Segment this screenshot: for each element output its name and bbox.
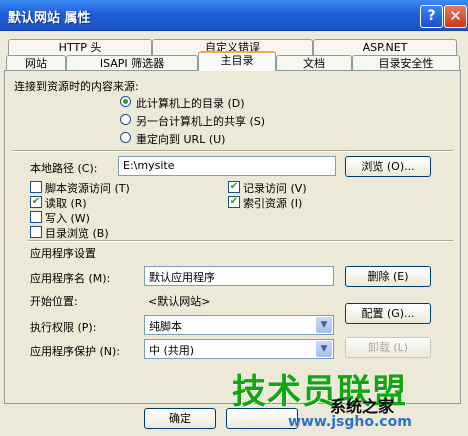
- app-settings-heading: 应用程序设置: [30, 247, 96, 260]
- radio-local-directory-label[interactable]: 此计算机上的目录 (D): [136, 95, 245, 111]
- checkbox-directory-browse[interactable]: [30, 226, 42, 238]
- content-source-label: 连接到资源时的内容来源:: [14, 80, 139, 93]
- app-name-input[interactable]: 默认应用程序: [144, 266, 334, 286]
- tab-directory-security[interactable]: 目录安全性: [352, 55, 460, 71]
- chevron-down-icon[interactable]: ▼: [316, 317, 332, 333]
- tab-home-directory[interactable]: 主目录: [198, 51, 276, 71]
- divider: [28, 240, 453, 242]
- start-location-value: <默认网站>: [148, 295, 211, 308]
- checkbox-index-resource[interactable]: ✔: [228, 196, 240, 208]
- radio-redirect-url[interactable]: [120, 132, 131, 143]
- app-protection-label: 应用程序保护 (N):: [30, 345, 121, 358]
- radio-redirect-url-label[interactable]: 重定向到 URL (U): [136, 131, 225, 147]
- configure-button[interactable]: 配置 (G)...: [345, 303, 431, 324]
- checkbox-read[interactable]: ✔: [30, 196, 42, 208]
- divider: [12, 150, 453, 152]
- local-path-input[interactable]: E:\mysite: [118, 156, 336, 176]
- watermark-url: www.jsgho.com: [288, 414, 412, 430]
- radio-network-share[interactable]: [120, 114, 131, 125]
- tab-website[interactable]: 网站: [6, 55, 66, 71]
- local-path-label: 本地路径 (C):: [30, 162, 98, 175]
- execute-permissions-label: 执行权限 (P):: [30, 321, 97, 334]
- radio-local-directory[interactable]: [120, 96, 131, 107]
- tab-asp-net[interactable]: ASP.NET: [313, 39, 457, 55]
- execute-permissions-select[interactable]: 纯脚本 ▼: [144, 315, 334, 335]
- app-name-label: 应用程序名 (M):: [30, 272, 111, 285]
- ok-button[interactable]: 确定: [144, 408, 216, 429]
- tab-documents[interactable]: 文档: [276, 55, 352, 71]
- checkbox-script-source[interactable]: [30, 181, 42, 193]
- checkbox-script-source-label[interactable]: 脚本资源访问 (T): [45, 180, 130, 196]
- checkbox-log-visits-label[interactable]: 记录访问 (V): [243, 180, 307, 196]
- remove-button[interactable]: 删除 (E): [345, 266, 431, 287]
- window-title: 默认网站 属性: [8, 11, 91, 26]
- checkbox-directory-browse-label[interactable]: 目录浏览 (B): [45, 225, 109, 241]
- tab-http-headers[interactable]: HTTP 头: [8, 39, 152, 55]
- checkbox-write[interactable]: [30, 211, 42, 223]
- checkbox-log-visits[interactable]: ✔: [228, 181, 240, 193]
- checkbox-write-label[interactable]: 写入 (W): [45, 210, 90, 226]
- browse-button[interactable]: 浏览 (O)...: [345, 156, 431, 177]
- close-button[interactable]: ✕: [444, 5, 467, 28]
- checkbox-index-resource-label[interactable]: 索引资源 (I): [243, 195, 302, 211]
- tab-isapi-filters[interactable]: ISAPI 筛选器: [66, 55, 198, 71]
- start-location-label: 开始位置:: [30, 295, 78, 308]
- checkbox-read-label[interactable]: 读取 (R): [45, 195, 87, 211]
- radio-network-share-label[interactable]: 另一台计算机上的共享 (S): [136, 113, 265, 129]
- app-protection-value: 中 (共用): [149, 344, 195, 357]
- app-protection-select[interactable]: 中 (共用) ▼: [144, 339, 334, 359]
- chevron-down-icon[interactable]: ▼: [316, 341, 332, 357]
- help-button[interactable]: ?: [420, 5, 443, 28]
- execute-permissions-value: 纯脚本: [149, 320, 182, 333]
- unload-button[interactable]: 卸载 (L): [345, 337, 431, 358]
